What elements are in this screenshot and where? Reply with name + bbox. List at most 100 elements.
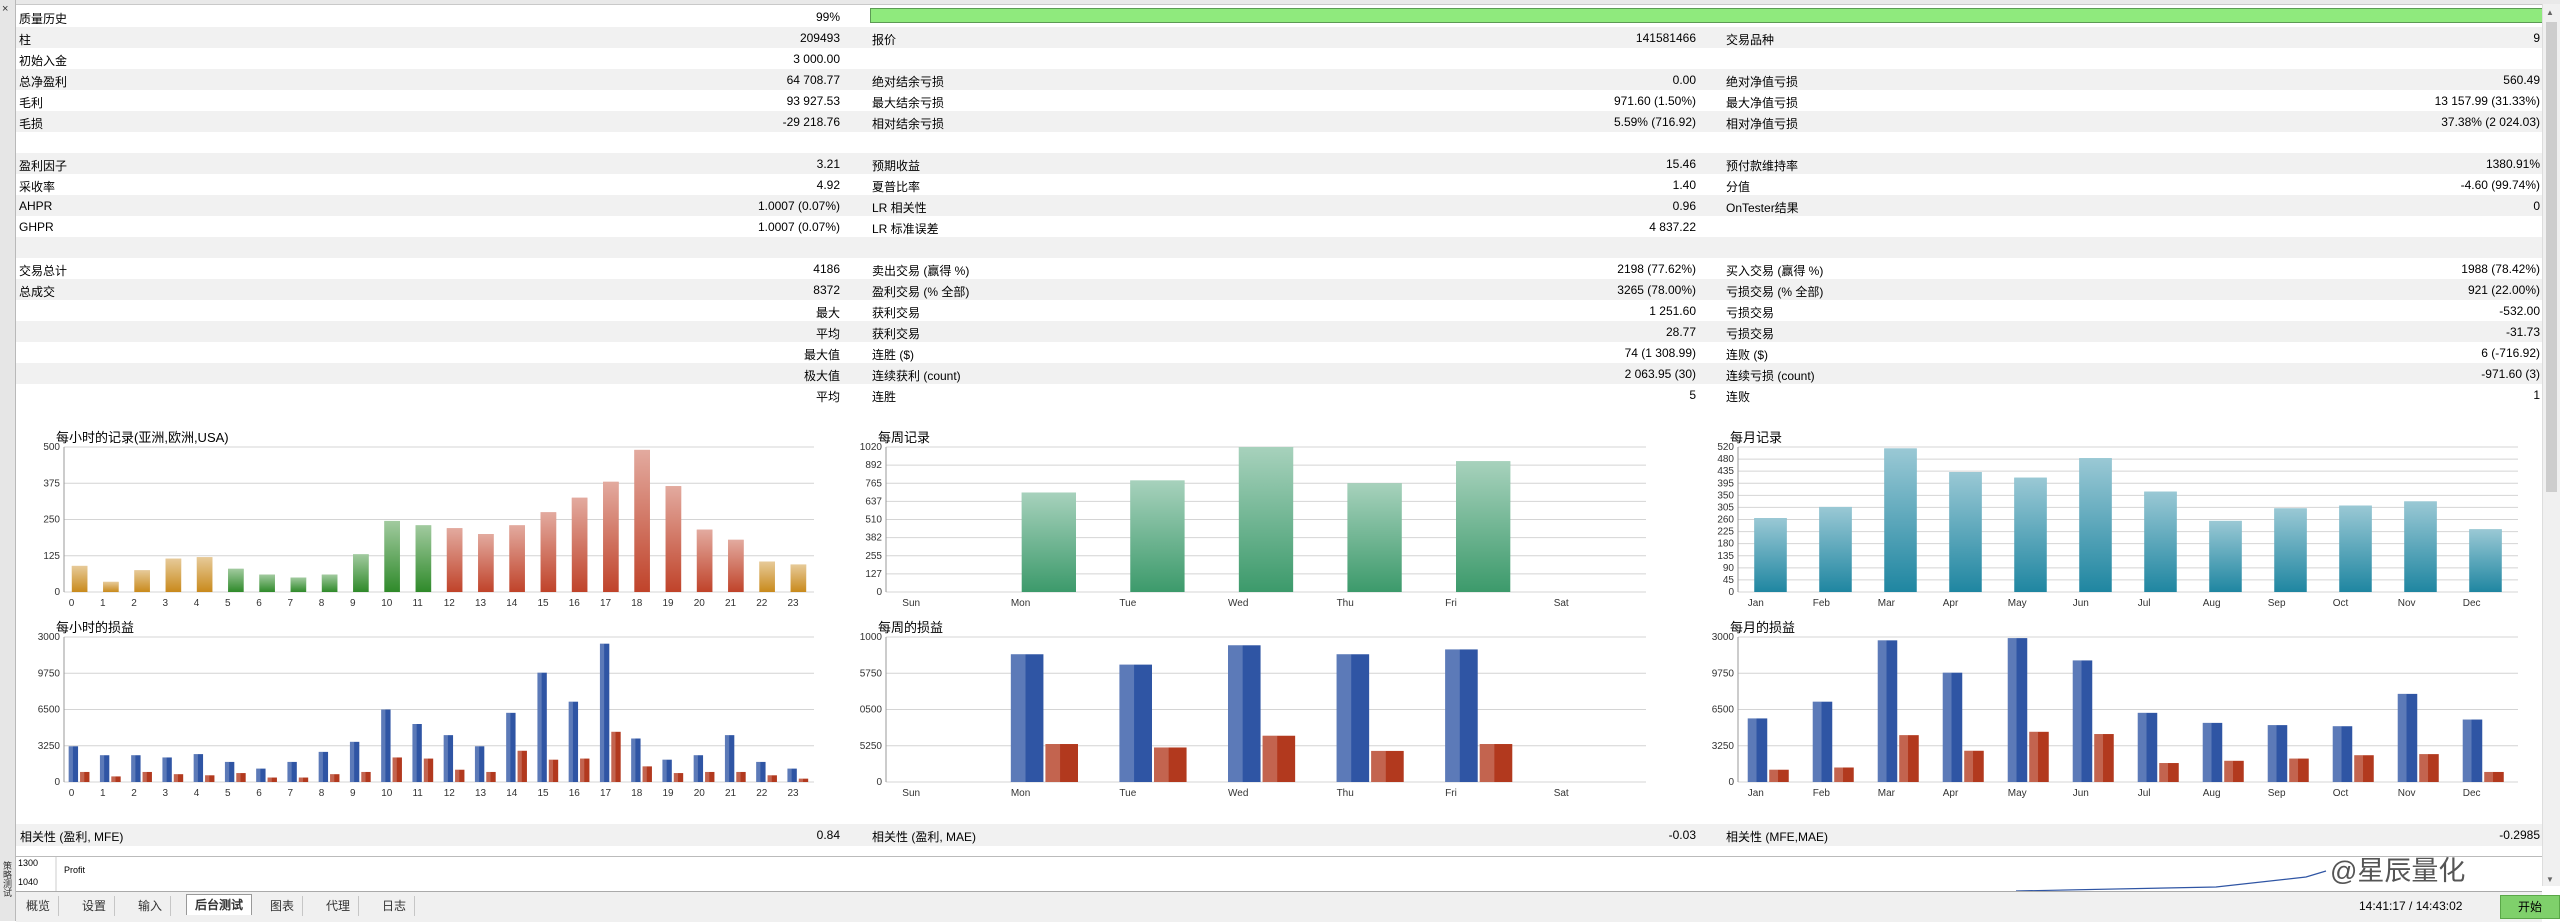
bar-highlight: [662, 759, 667, 782]
bar-highlight: [256, 768, 261, 782]
x-tick-label: 11: [412, 788, 423, 799]
tab-1[interactable]: 设置: [74, 896, 116, 916]
bar-highlight: [259, 574, 275, 592]
x-tick-label: Oct: [2333, 788, 2349, 799]
vertical-scrollbar[interactable]: ▲ ▼: [2542, 4, 2560, 886]
x-tick-label: 3: [162, 598, 168, 609]
x-tick-label: 17: [600, 598, 612, 609]
y-tick-label: 0: [1728, 587, 1734, 598]
x-tick-label: Aug: [2203, 598, 2221, 609]
corr-label-1: 相关性 (盈利, MAE): [872, 830, 976, 844]
chart-svg: 0325065009750130000123456789101112131415…: [38, 632, 814, 799]
tab-bar: 概览 设置 输入 后台测试 图表 代理 日志 14:41:17 / 14:43:02 开始: [16, 891, 2560, 922]
bar-highlight: [1154, 747, 1169, 782]
bar-highlight: [2469, 529, 2502, 592]
bar-highlight: [287, 761, 292, 782]
bar-highlight: [415, 525, 432, 592]
corr-value-2: -0.2985: [2499, 828, 2540, 842]
stat-label: 报价: [872, 33, 897, 47]
x-tick-label: 1: [100, 598, 106, 609]
scrollbar-thumb[interactable]: [2546, 22, 2557, 492]
stats-row: AHPR 1.0007 (0.07%) LR 相关性 0.96 OnTester结果 0: [16, 195, 2542, 216]
bar-highlight: [517, 750, 522, 782]
bar-highlight: [228, 568, 244, 592]
x-tick-label: Jul: [2138, 788, 2151, 799]
stat-label: 交易总计: [19, 264, 68, 278]
stats-row: 盈利因子 3.21 预期收益 15.46 预付款维持率 1380.91%: [16, 153, 2542, 174]
y-tick-label: 435: [1717, 466, 1734, 477]
bar-highlight: [2144, 491, 2177, 592]
x-tick-label: 5: [225, 788, 231, 799]
x-tick-label: 6: [256, 788, 262, 799]
bar-highlight: [634, 449, 650, 592]
bar-highlight: [353, 554, 369, 592]
y-tick-label: 255: [865, 551, 882, 562]
bar-highlight: [412, 724, 417, 782]
y-tick-label: 180: [1717, 539, 1734, 550]
y-tick-label: 305: [1717, 502, 1734, 513]
tab-6[interactable]: 日志: [374, 896, 416, 916]
tab-0[interactable]: 概览: [18, 896, 60, 916]
y-tick-label: 892: [865, 460, 882, 471]
y-tick-label: 127: [865, 569, 882, 580]
bar-highlight: [1371, 750, 1386, 782]
stat-value: 13 157.99 (31.33%): [2434, 94, 2540, 108]
bar-highlight: [2209, 520, 2242, 592]
bar-highlight: [580, 758, 585, 782]
stat-label: AHPR: [19, 199, 53, 213]
tab-2[interactable]: 输入: [130, 896, 172, 916]
x-tick-label: Tue: [1119, 598, 1136, 609]
scroll-up-icon[interactable]: ▲: [2546, 8, 2554, 17]
start-button[interactable]: 开始: [2500, 895, 2560, 919]
bar-highlight: [2202, 722, 2212, 782]
x-tick-label: Sat: [1554, 598, 1569, 609]
x-tick-label: Sep: [2268, 788, 2286, 799]
bar-highlight: [2224, 760, 2234, 782]
scroll-down-icon[interactable]: ▼: [2546, 875, 2554, 884]
quality-value: 99%: [815, 10, 840, 24]
stat-label: 预付款维持率: [1726, 159, 1799, 173]
y-tick-label: 500: [43, 442, 60, 453]
chart-svg: 0 5250 10500 15750 21000 Sun Mon Tue Wed Thu Fri Sa…: [860, 632, 1646, 799]
y-tick-label: 45: [1723, 575, 1735, 586]
y-tick-label: 13000: [1712, 632, 1734, 643]
bar-highlight: [2007, 638, 2017, 782]
bar-highlight: [349, 741, 355, 782]
stats-row: 毛损 -29 218.76 相对结余亏损 5.59% (716.92) 相对净值亏损 37…: [16, 111, 2542, 132]
bar-highlight: [611, 731, 616, 782]
y-tick-label: 637: [865, 496, 882, 507]
stat-value: 1.0007 (0.07%): [757, 220, 840, 234]
bar-highlight: [71, 565, 88, 592]
y-tick-label: 125: [43, 551, 60, 562]
y-tick-label: 0: [54, 587, 60, 598]
stat-value: 0.96: [1672, 199, 1696, 213]
y-tick-label: 225: [1717, 527, 1734, 538]
tab-4[interactable]: 图表: [262, 896, 304, 916]
quality-progress-bar: [870, 8, 2550, 23]
y-tick-label: 135: [1717, 551, 1734, 562]
stat-value: 74 (1 308.99): [1624, 346, 1696, 360]
stat-value: 9: [2533, 31, 2540, 45]
stat-value: 64 708.77: [786, 73, 840, 87]
x-tick-label: Apr: [1943, 598, 1959, 609]
close-icon[interactable]: ×: [2, 4, 8, 15]
x-tick-label: Aug: [2203, 788, 2221, 799]
tab-5[interactable]: 代理: [318, 896, 360, 916]
stats-row: 采收率 4.92 夏普比率 1.40 分值 -4.60 (99.74%): [16, 174, 2542, 195]
bar-highlight: [2354, 755, 2364, 782]
stat-label: 亏损交易: [1726, 306, 1775, 320]
x-tick-label: 7: [287, 598, 293, 609]
x-tick-label: Jun: [2073, 788, 2089, 799]
y-tick-label: 15750: [860, 668, 882, 679]
bar-highlight: [2267, 725, 2277, 782]
stat-label: 相对结余亏损: [872, 117, 945, 131]
bar-highlight: [787, 768, 792, 782]
bar-highlight: [736, 771, 741, 782]
x-tick-label: 17: [600, 788, 612, 799]
stat-value: 921 (22.00%): [2467, 283, 2540, 297]
x-tick-label: Fri: [1445, 598, 1457, 609]
x-tick-label: 5: [225, 598, 231, 609]
tab-3[interactable]: 后台测试: [186, 894, 253, 915]
stats-row: GHPR 1.0007 (0.07%) LR 标准误差 4 837.22: [16, 216, 2542, 237]
bar-highlight: [1347, 483, 1402, 592]
